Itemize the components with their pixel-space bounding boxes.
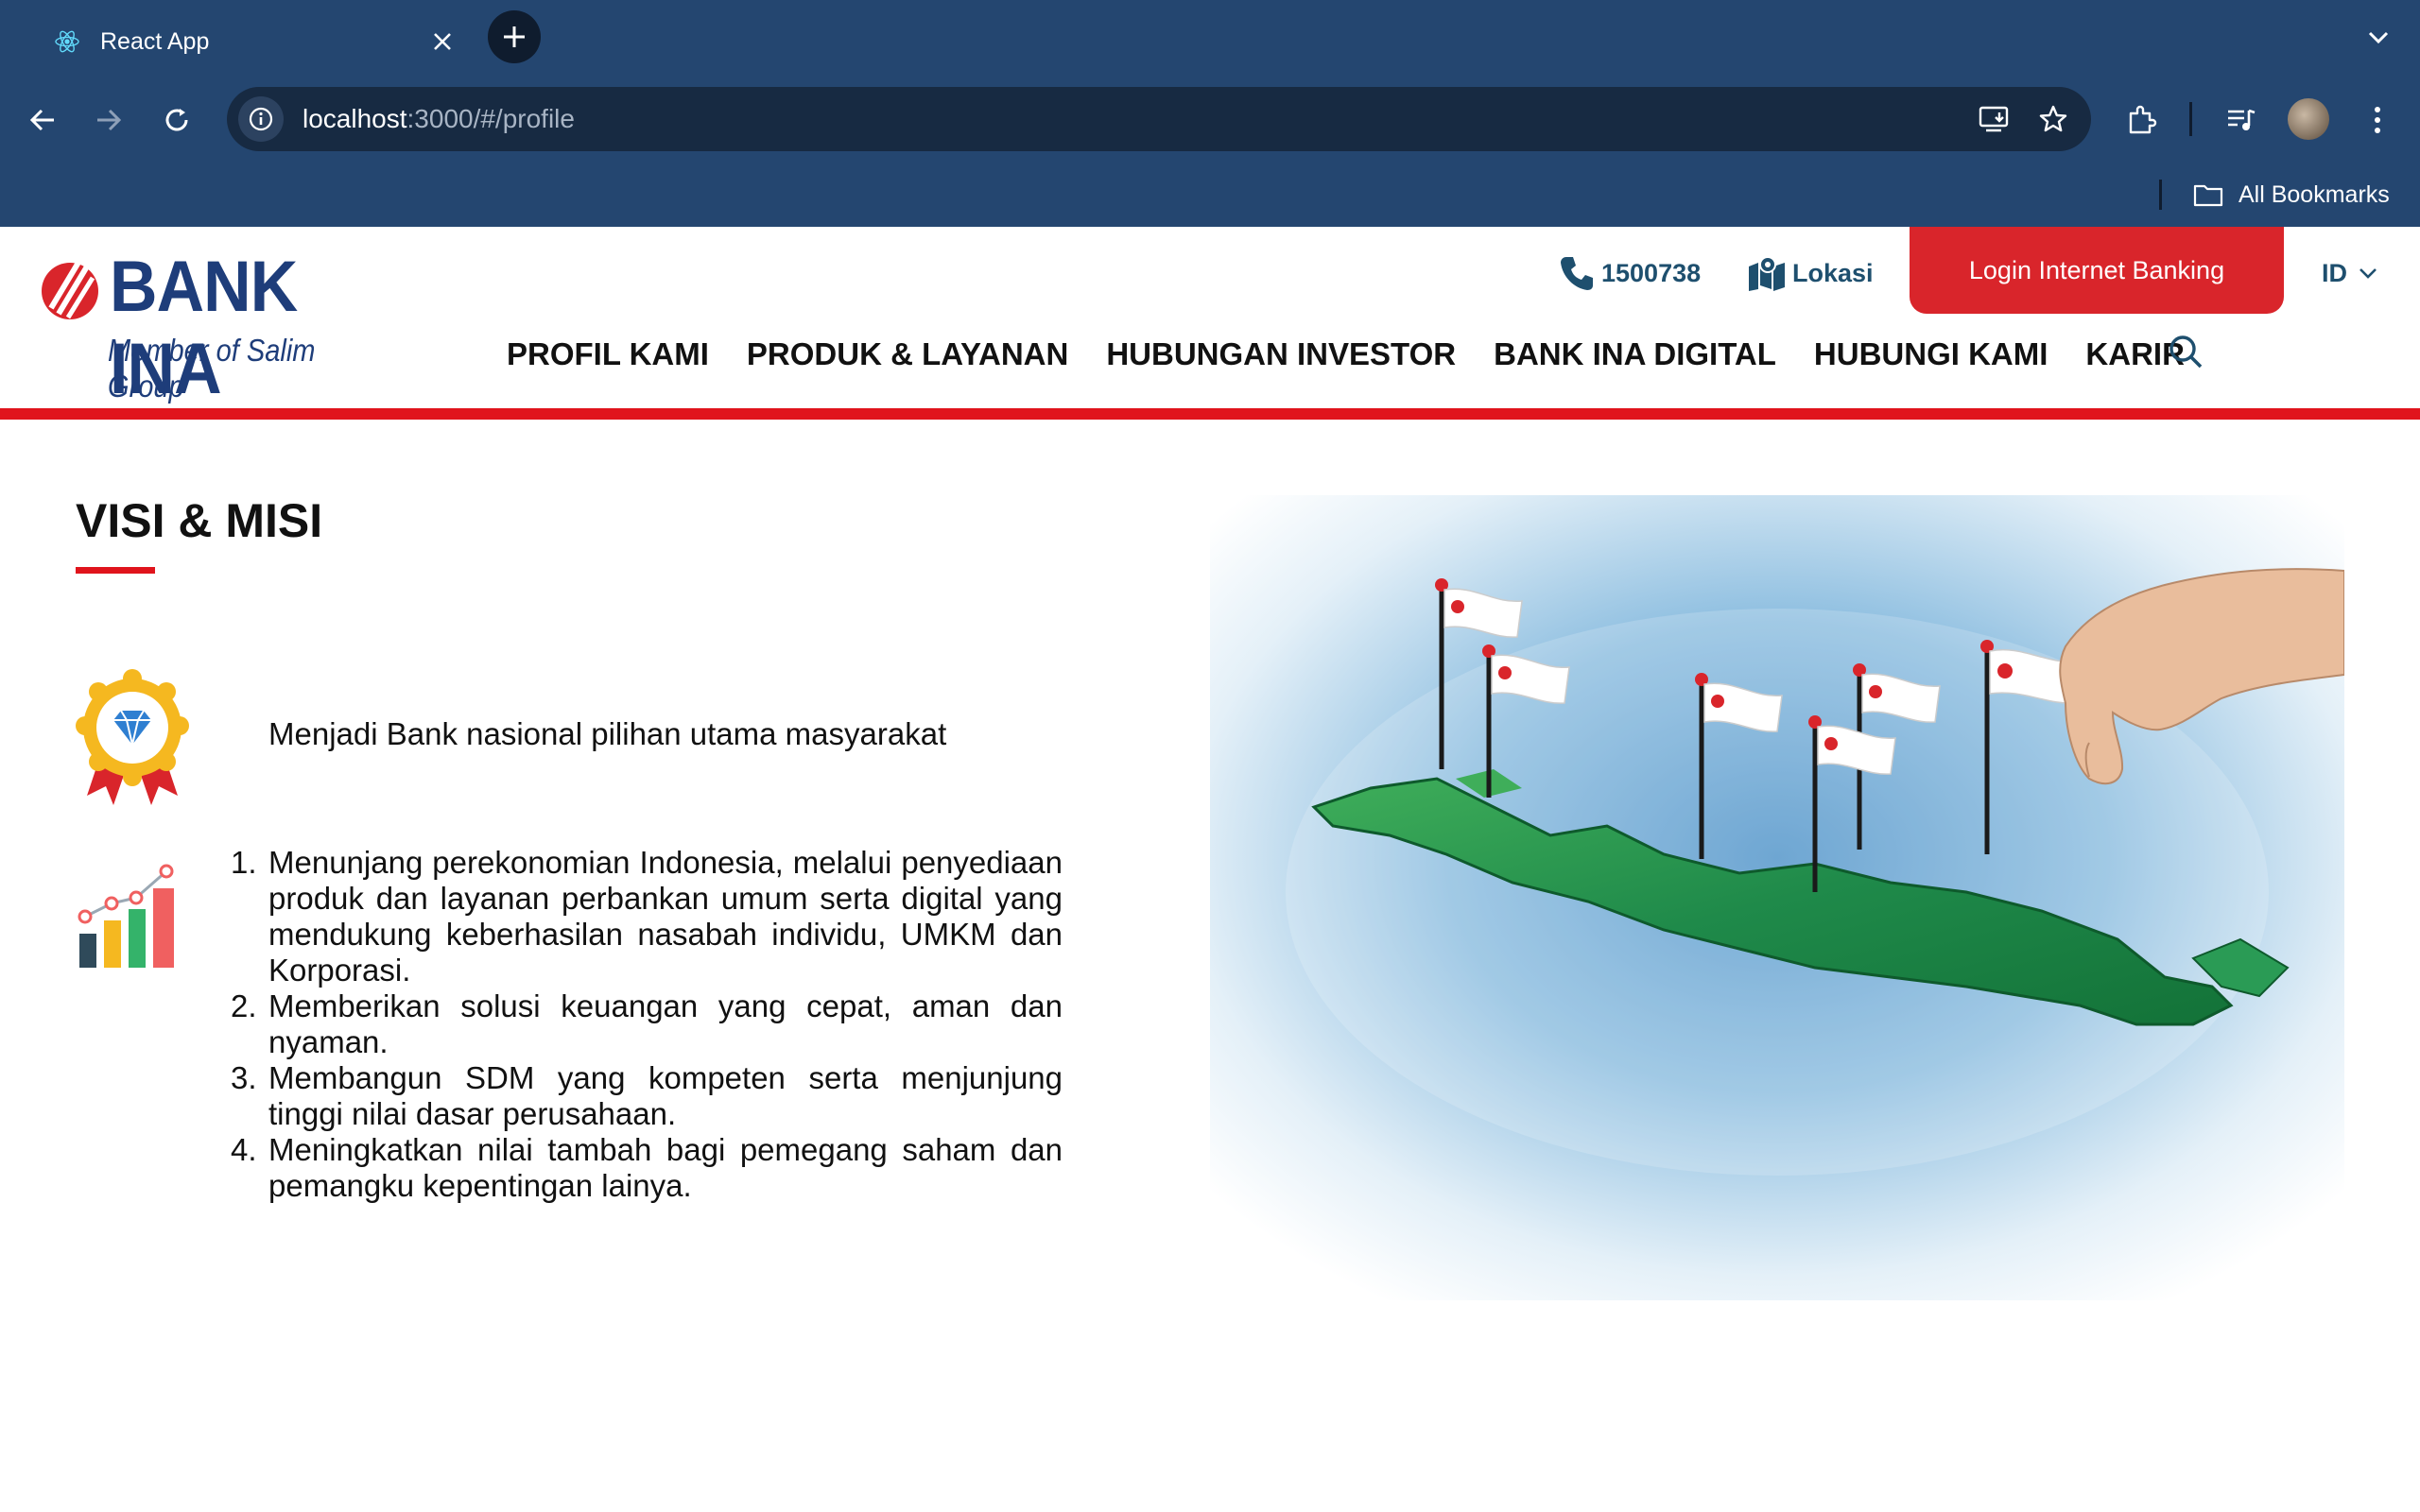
url-text[interactable]: localhost:3000/#/profile xyxy=(302,104,1974,134)
tab-search-chevron-icon[interactable] xyxy=(2360,19,2397,57)
location-link[interactable]: Lokasi xyxy=(1747,249,1874,297)
page-title: VISI & MISI xyxy=(76,494,323,547)
misi-item: Membangun SDM yang kompeten serta menjun… xyxy=(231,1060,1063,1131)
toolbar-divider xyxy=(2189,102,2192,136)
misi-item: Menunjang perekonomian Indonesia, melalu… xyxy=(231,845,1063,988)
header-red-divider xyxy=(0,408,2420,420)
phone-link[interactable]: 1500738 xyxy=(1558,249,1701,297)
back-arrow-icon[interactable] xyxy=(19,96,66,144)
visi-text: Menjadi Bank nasional pilihan utama masy… xyxy=(268,716,947,751)
new-tab-button[interactable] xyxy=(488,10,541,63)
menu-item-profil-kami[interactable]: PROFIL KAMI xyxy=(507,336,709,372)
more-menu-icon[interactable] xyxy=(2354,96,2401,144)
diamond-badge-icon xyxy=(76,669,189,805)
login-internet-banking-button[interactable]: Login Internet Banking xyxy=(1910,227,2284,314)
bank-ina-logo[interactable]: BANK INA Member of Salim Group xyxy=(38,234,406,409)
profile-avatar[interactable] xyxy=(2288,98,2329,140)
react-icon xyxy=(51,26,83,58)
tab-title: React App xyxy=(100,27,210,55)
location-label: Lokasi xyxy=(1792,258,1874,287)
browser-chrome: React App localhost:3000/#/profile All B… xyxy=(0,0,2420,227)
bookmark-star-icon[interactable] xyxy=(2032,98,2074,140)
language-code: ID xyxy=(2322,258,2347,287)
media-control-icon[interactable] xyxy=(2218,96,2265,144)
title-underline xyxy=(76,567,155,574)
menu-item-produk-layanan[interactable]: PRODUK & LAYANAN xyxy=(747,336,1068,372)
phone-icon xyxy=(1561,257,1593,290)
menu-item-bank-ina-digital[interactable]: BANK INA DIGITAL xyxy=(1494,336,1776,372)
bank-ina-logo-mark xyxy=(42,259,98,319)
install-app-icon[interactable] xyxy=(1974,98,2015,140)
address-bar[interactable]: localhost:3000/#/profile xyxy=(227,87,2091,151)
main-menu: PROFIL KAMI PRODUK & LAYANAN HUBUNGAN IN… xyxy=(507,331,2222,378)
forward-arrow-icon[interactable] xyxy=(85,96,132,144)
menu-item-hubungi-kami[interactable]: HUBUNGI KAMI xyxy=(1814,336,2048,372)
url-host: localhost xyxy=(302,104,407,133)
site-info-icon[interactable] xyxy=(238,96,284,142)
map-location-icon xyxy=(1749,256,1785,291)
phone-number: 1500738 xyxy=(1601,258,1702,287)
folder-icon xyxy=(2193,182,2223,207)
url-path: :3000/#/profile xyxy=(406,104,575,133)
menu-item-hubungan-investor[interactable]: HUBUNGAN INVESTOR xyxy=(1106,336,1456,372)
misi-item: Meningkatkan nilai tambah bagi pemegang … xyxy=(231,1132,1063,1203)
growth-chart-icon xyxy=(78,864,174,968)
chevron-down-icon xyxy=(2360,268,2377,279)
search-icon[interactable] xyxy=(2165,331,2206,372)
logo-tagline: Member of Salim Group xyxy=(108,333,316,404)
hero-java-map-illustration xyxy=(1210,495,2344,1300)
extensions-icon[interactable] xyxy=(2118,96,2165,144)
misi-item: Memberikan solusi keuangan yang cepat, a… xyxy=(231,988,1063,1059)
bookmarks-divider xyxy=(2159,180,2162,210)
all-bookmarks-label: All Bookmarks xyxy=(2238,180,2390,208)
close-tab-icon[interactable] xyxy=(424,23,461,60)
browser-tab[interactable]: React App xyxy=(23,9,473,74)
language-selector[interactable]: ID xyxy=(2322,249,2377,297)
all-bookmarks-button[interactable]: All Bookmarks xyxy=(2193,176,2390,214)
site-header: BANK INA Member of Salim Group 1500738 L… xyxy=(0,227,2420,409)
reload-icon[interactable] xyxy=(153,96,200,144)
misi-list: Menunjang perekonomian Indonesia, melalu… xyxy=(231,845,1063,1204)
